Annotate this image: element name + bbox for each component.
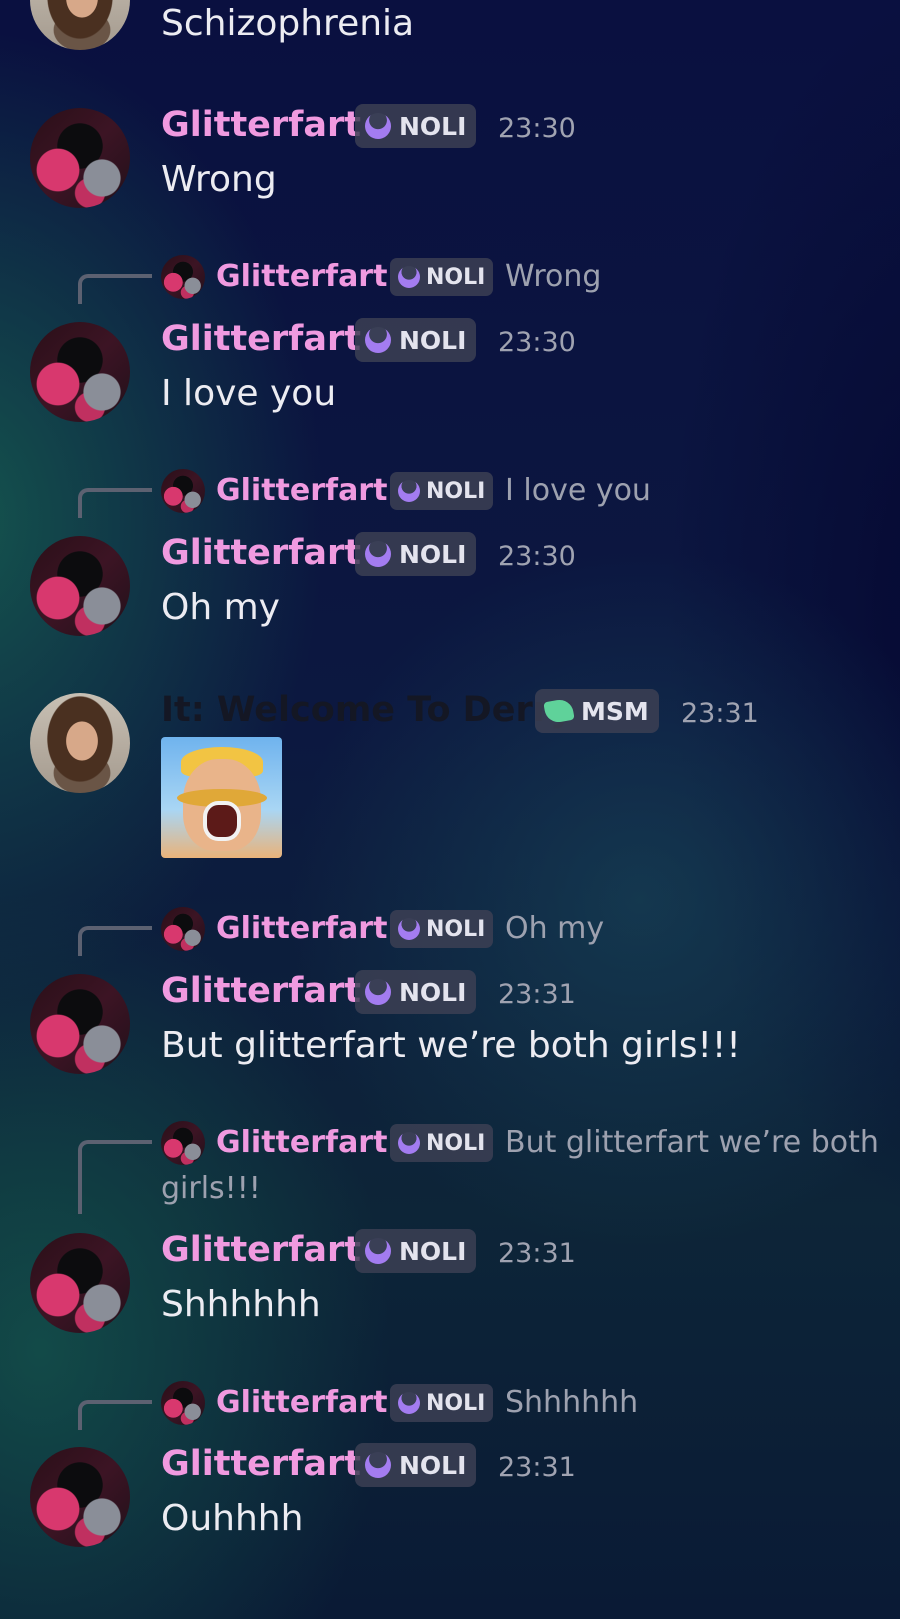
guild-tag-label: MSM [581, 696, 649, 726]
username[interactable]: It: Welcome To Derry [161, 690, 573, 730]
username[interactable]: Glitterfart [161, 971, 361, 1011]
reply-avatar [161, 469, 205, 513]
guild-tag[interactable]: NOLI [355, 104, 477, 148]
username[interactable]: Glitterfart [161, 1444, 361, 1484]
guild-tag-label: NOLI [399, 1236, 467, 1266]
reply-guild-tag-label: NOLI [426, 264, 486, 290]
leaf-icon [543, 697, 575, 725]
avatar[interactable] [30, 1447, 130, 1547]
reply-avatar [161, 1121, 205, 1165]
reply-text: Oh my [505, 911, 605, 946]
reply-text: Shhhhhh [505, 1385, 639, 1420]
message-text: Shhhhhh [161, 1284, 321, 1325]
reply-connector [78, 1400, 152, 1430]
message-text: Wrong [161, 159, 277, 200]
reply-text: I love you [505, 473, 651, 508]
moon-icon [398, 480, 420, 502]
reply-connector [78, 926, 152, 956]
moon-icon [398, 918, 420, 940]
avatar[interactable] [30, 108, 130, 208]
moon-icon [398, 266, 420, 288]
reply-text: But glitterfart we’re both [505, 1125, 879, 1160]
reply-username[interactable]: Glitterfart [216, 909, 387, 949]
moon-icon [398, 1392, 420, 1414]
reply-guild-tag: NOLI [390, 1384, 494, 1422]
reply-guild-tag: NOLI [390, 472, 494, 510]
moon-icon [365, 979, 391, 1005]
reply-username[interactable]: Glitterfart [216, 1123, 387, 1163]
reply-username[interactable]: Glitterfart [216, 1383, 387, 1423]
message-text: Schizophrenia [161, 3, 415, 44]
moon-icon [365, 327, 391, 353]
username[interactable]: Glitterfart [161, 105, 361, 145]
reply-username[interactable]: Glitterfart [216, 257, 387, 297]
timestamp: 23:31 [498, 1452, 576, 1483]
avatar[interactable] [30, 0, 130, 50]
reply-guild-tag-label: NOLI [426, 1130, 486, 1156]
reply-avatar [161, 907, 205, 951]
reply-guild-tag: NOLI [390, 910, 494, 948]
timestamp: 23:31 [498, 1238, 576, 1269]
reply-avatar [161, 255, 205, 299]
avatar[interactable] [30, 693, 130, 793]
timestamp: 23:30 [498, 541, 576, 572]
reply-connector [78, 488, 152, 518]
avatar[interactable] [30, 974, 130, 1074]
message-text: Oh my [161, 587, 280, 628]
reply-text-line2: girls!!! [161, 1171, 261, 1206]
guild-tag[interactable]: NOLI [355, 532, 477, 576]
guild-tag-label: NOLI [399, 977, 467, 1007]
guild-tag-label: NOLI [399, 539, 467, 569]
reply-username[interactable]: Glitterfart [216, 471, 387, 511]
reply-guild-tag: NOLI [390, 258, 494, 296]
timestamp: 23:30 [498, 327, 576, 358]
message-text: But glitterfart we’re both girls!!! [161, 1025, 741, 1066]
reply-guild-tag: NOLI [390, 1124, 494, 1162]
barbarian-face-image[interactable] [161, 737, 282, 858]
moon-icon [365, 1238, 391, 1264]
guild-tag-label: NOLI [399, 1450, 467, 1480]
guild-tag[interactable]: MSM [535, 689, 659, 733]
avatar[interactable] [30, 536, 130, 636]
reply-connector [78, 1140, 152, 1214]
message-text: I love you [161, 373, 337, 414]
moon-icon [365, 541, 391, 567]
timestamp: 23:30 [498, 113, 576, 144]
chat-message-list[interactable]: Schizophrenia Glitterfart NOLI 23:30 Wro… [0, 0, 900, 1619]
reply-guild-tag-label: NOLI [426, 916, 486, 942]
reply-avatar [161, 1381, 205, 1425]
guild-tag-label: NOLI [399, 325, 467, 355]
reply-guild-tag-label: NOLI [426, 478, 486, 504]
timestamp: 23:31 [498, 979, 576, 1010]
reply-text: Wrong [505, 259, 602, 294]
image-mouth [203, 801, 241, 841]
avatar[interactable] [30, 1233, 130, 1333]
username[interactable]: Glitterfart [161, 319, 361, 359]
username[interactable]: Glitterfart [161, 533, 361, 573]
timestamp: 23:31 [681, 698, 759, 729]
reply-connector [78, 274, 152, 304]
guild-tag[interactable]: NOLI [355, 1229, 477, 1273]
guild-tag-label: NOLI [399, 111, 467, 141]
guild-tag[interactable]: NOLI [355, 1443, 477, 1487]
message-text: Ouhhhh [161, 1498, 304, 1539]
avatar[interactable] [30, 322, 130, 422]
reply-guild-tag-label: NOLI [426, 1390, 486, 1416]
moon-icon [365, 113, 391, 139]
guild-tag[interactable]: NOLI [355, 970, 477, 1014]
guild-tag[interactable]: NOLI [355, 318, 477, 362]
moon-icon [365, 1452, 391, 1478]
moon-icon [398, 1132, 420, 1154]
username[interactable]: Glitterfart [161, 1230, 361, 1270]
